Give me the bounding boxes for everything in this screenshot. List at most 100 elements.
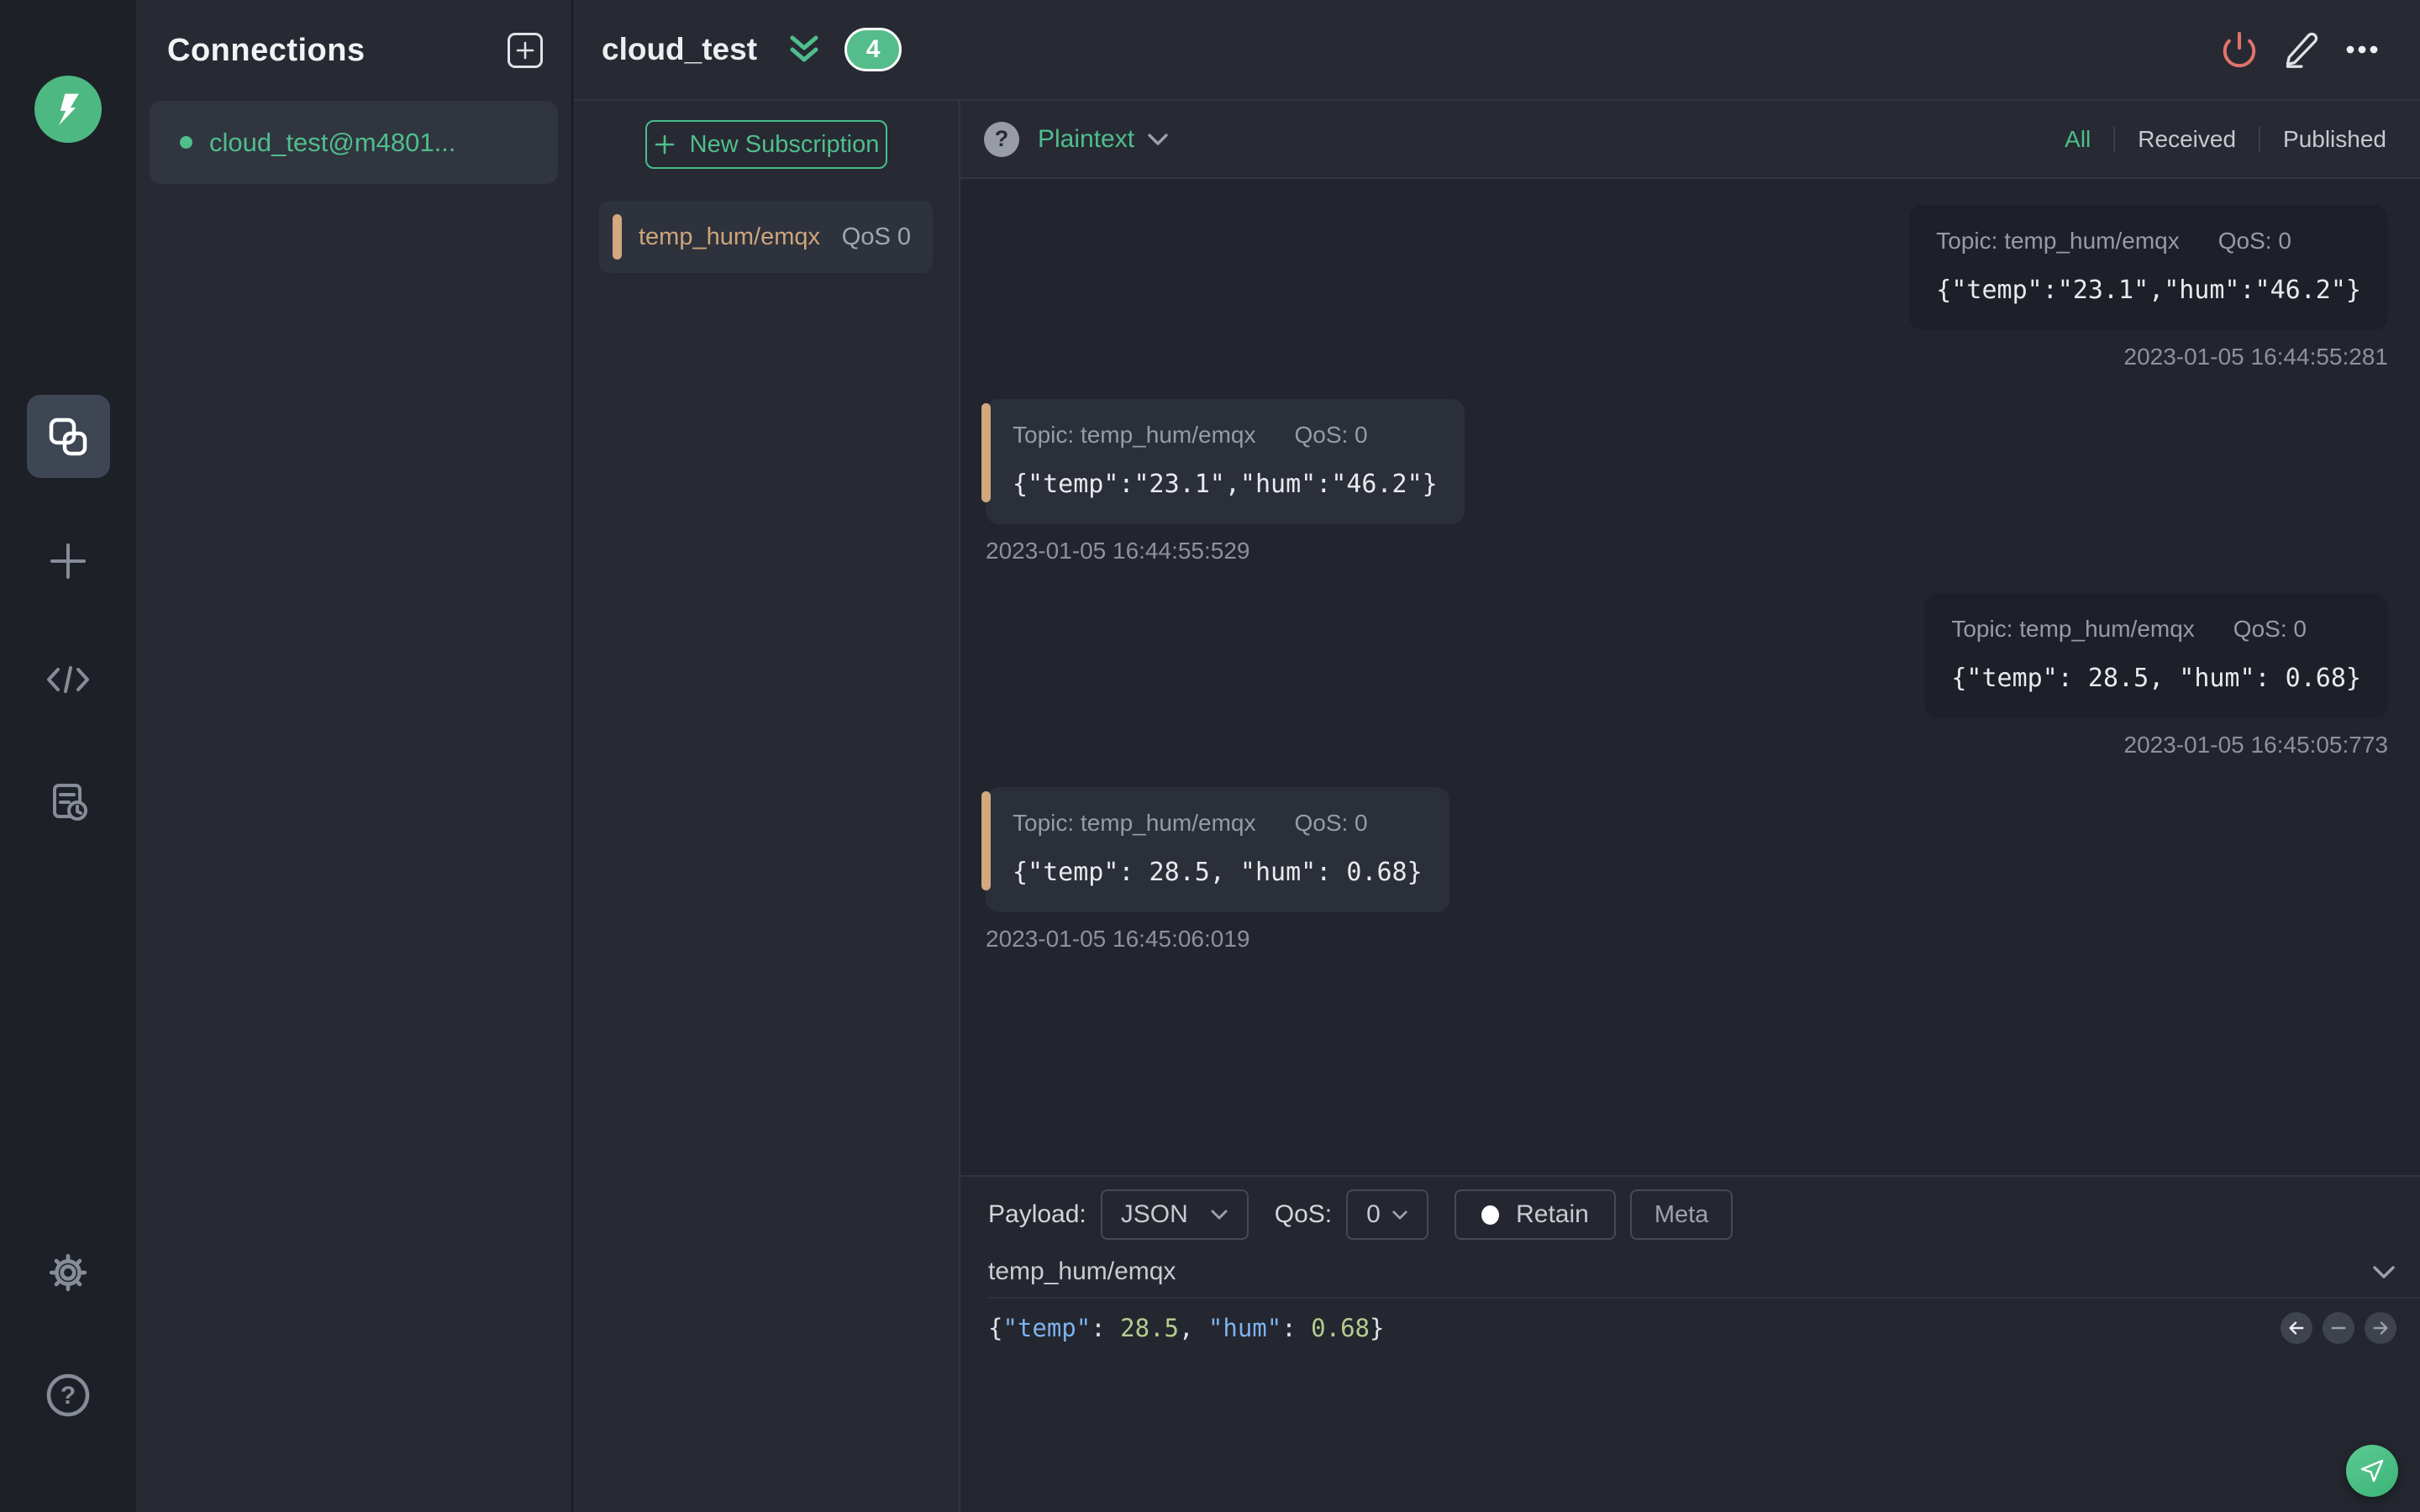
- pencil-icon: [2282, 31, 2319, 68]
- message-meta: Topic: temp_hum/emqx QoS: 0: [1013, 422, 1438, 449]
- message-payload: {"temp":"23.1","hum":"46.2"}: [1013, 470, 1438, 499]
- filter-divider: [2259, 126, 2261, 152]
- log-icon: [47, 780, 89, 822]
- rail-new-connection-button[interactable]: [47, 540, 89, 582]
- message-topic: Topic: temp_hum/emqx: [1013, 810, 1256, 836]
- subscription-color-bar: [613, 214, 622, 260]
- app-window: ? Connections cloud_test@m4801... cloud_…: [0, 0, 2420, 1512]
- topic-input[interactable]: temp_hum/emqx: [988, 1257, 1176, 1286]
- filter-received[interactable]: Received: [2138, 126, 2236, 153]
- retain-label: Retain: [1516, 1200, 1589, 1228]
- help-icon: ?: [45, 1373, 91, 1418]
- payload-label: Payload:: [988, 1200, 1086, 1228]
- icon-rail: ?: [0, 0, 136, 1512]
- ellipsis-icon: [2343, 30, 2381, 69]
- disconnect-button[interactable]: [2220, 30, 2259, 69]
- message-card[interactable]: Topic: temp_hum/emqx QoS: 0 {"temp": 28.5,…: [981, 787, 1449, 912]
- plus-icon: [47, 540, 89, 582]
- history-clear-button[interactable]: [2323, 1312, 2354, 1344]
- message-timestamp: 2023-01-05 16:44:55:281: [2123, 344, 2389, 370]
- connection-item[interactable]: cloud_test@m4801...: [150, 101, 558, 184]
- rail-connections-button[interactable]: [26, 395, 110, 478]
- paper-plane-icon: [2359, 1457, 2386, 1484]
- message-payload: {"temp": 28.5, "hum": 0.68}: [1013, 858, 1423, 887]
- subscriptions-panel: New Subscription temp_hum/emqx QoS 0: [573, 101, 960, 1512]
- payload-format-dropdown[interactable]: JSON: [1100, 1189, 1249, 1240]
- messages-panel: ? Plaintext All Received Published Topic…: [960, 101, 2420, 1512]
- connection-status-dot: [180, 136, 192, 149]
- connection-label: cloud_test@m4801...: [209, 127, 456, 157]
- chevron-down-icon: [1392, 1210, 1408, 1221]
- message-card[interactable]: Topic: temp_hum/emqx QoS: 0 {"temp":"23.1"…: [1909, 205, 2388, 330]
- collapse-connection-button[interactable]: [784, 31, 824, 68]
- new-subscription-button[interactable]: New Subscription: [644, 120, 887, 169]
- connections-title: Connections: [167, 32, 366, 68]
- rail-settings-button[interactable]: [47, 1252, 89, 1294]
- rail-log-button[interactable]: [47, 780, 89, 822]
- message-qos: QoS: 0: [1294, 422, 1368, 448]
- new-subscription-label: New Subscription: [689, 130, 880, 158]
- message-list[interactable]: Topic: temp_hum/emqx QoS: 0 {"temp":"23.1"…: [960, 179, 2420, 1175]
- chevron-down-icon: [1210, 1209, 1228, 1221]
- edit-connection-button[interactable]: [2282, 31, 2319, 68]
- history-prev-button[interactable]: [2281, 1312, 2312, 1344]
- message-payload: {"temp": 28.5, "hum": 0.68}: [1951, 664, 2361, 693]
- message-filters: All Received Published: [2065, 126, 2386, 153]
- filter-published[interactable]: Published: [2283, 126, 2386, 153]
- history-next-button[interactable]: [2365, 1312, 2396, 1344]
- filter-all[interactable]: All: [2065, 126, 2091, 153]
- message-published: Topic: temp_hum/emqx QoS: 0 {"temp": 28.5,…: [986, 593, 2388, 759]
- message-card[interactable]: Topic: temp_hum/emqx QoS: 0 {"temp": 28.5,…: [1924, 593, 2388, 718]
- subscription-topic: temp_hum/emqx: [639, 223, 820, 250]
- message-topic: Topic: temp_hum/emqx: [1951, 616, 2195, 642]
- message-count-badge: 4: [844, 28, 902, 71]
- plus-icon: [515, 40, 535, 60]
- rail-script-button[interactable]: [45, 661, 92, 698]
- send-button[interactable]: [2346, 1445, 2398, 1497]
- retain-toggle[interactable]: Retain: [1455, 1189, 1616, 1240]
- subscription-item[interactable]: temp_hum/emqx QoS 0: [599, 201, 933, 273]
- meta-button[interactable]: Meta: [1629, 1189, 1733, 1240]
- message-card[interactable]: Topic: temp_hum/emqx QoS: 0 {"temp":"23.1"…: [981, 399, 1465, 524]
- message-meta: Topic: temp_hum/emqx QoS: 0: [1013, 810, 1423, 837]
- message-received: Topic: temp_hum/emqx QoS: 0 {"temp": 28.5,…: [981, 787, 2388, 953]
- minus-icon: [2329, 1319, 2348, 1337]
- message-qos: QoS: 0: [1294, 810, 1368, 836]
- question-icon[interactable]: ?: [984, 121, 1019, 157]
- message-payload: {"temp":"23.1","hum":"46.2"}: [1936, 276, 2361, 305]
- payload-format-value: JSON: [1120, 1200, 1188, 1228]
- message-topic: Topic: temp_hum/emqx: [1013, 422, 1256, 448]
- message-meta: Topic: temp_hum/emqx QoS: 0: [1951, 616, 2361, 643]
- payload-editor[interactable]: {"temp": 28.5, "hum": 0.68}: [988, 1314, 1384, 1342]
- message-timestamp: 2023-01-05 16:45:05:773: [2123, 732, 2389, 758]
- gear-icon: [47, 1252, 89, 1294]
- main-panel: cloud_test 4 New Subscription temp_hum/e…: [573, 0, 2420, 1512]
- chevron-down-icon: [1146, 132, 1170, 147]
- plus-icon: [653, 133, 676, 156]
- more-options-button[interactable]: [2343, 30, 2381, 69]
- message-topic: Topic: temp_hum/emqx: [1936, 228, 2180, 254]
- messages-toolbar: ? Plaintext All Received Published: [960, 101, 2420, 179]
- connections-panel: Connections cloud_test@m4801...: [136, 0, 573, 1512]
- page-title: cloud_test: [602, 32, 758, 66]
- message-timestamp: 2023-01-05 16:44:55:529: [986, 538, 1250, 564]
- publish-bar: Payload: JSON QoS: 0 Retain Meta temp_hu…: [960, 1175, 2420, 1512]
- qos-label: QoS:: [1274, 1200, 1333, 1228]
- qos-value: 0: [1366, 1200, 1381, 1228]
- chevron-down-icon[interactable]: [2371, 1264, 2396, 1280]
- message-timestamp: 2023-01-05 16:45:06:019: [986, 926, 1250, 952]
- message-meta: Topic: temp_hum/emqx QoS: 0: [1936, 228, 2361, 255]
- add-connection-button[interactable]: [508, 33, 543, 68]
- payload-format-select[interactable]: Plaintext: [1038, 125, 1134, 154]
- meta-label: Meta: [1654, 1200, 1709, 1228]
- mqttx-logo-icon: [34, 76, 102, 143]
- arrow-left-icon: [2287, 1319, 2306, 1337]
- qos-dropdown[interactable]: 0: [1346, 1189, 1429, 1240]
- message-published: Topic: temp_hum/emqx QoS: 0 {"temp":"23.1"…: [986, 205, 2388, 370]
- message-received: Topic: temp_hum/emqx QoS: 0 {"temp":"23.1"…: [981, 399, 2388, 564]
- history-nav: [2281, 1312, 2396, 1344]
- rail-help-button[interactable]: ?: [45, 1373, 91, 1418]
- message-qos: QoS: 0: [2217, 228, 2291, 254]
- retain-dot-icon: [1481, 1205, 1500, 1225]
- overlapping-squares-icon: [46, 415, 90, 459]
